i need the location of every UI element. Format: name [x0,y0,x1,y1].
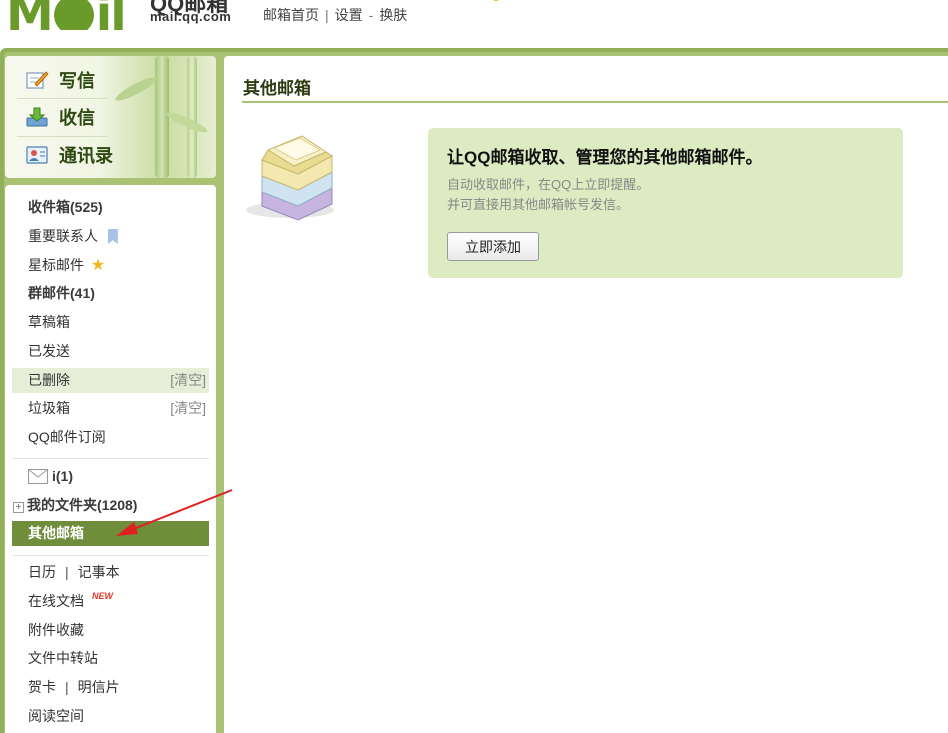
folder-label: 其他邮箱 [28,525,84,541]
receive-label: 收信 [59,108,95,128]
bamboo-leaf-decoration [113,73,159,105]
bamboo-decoration [155,56,169,178]
folder-label: 群邮件(41) [28,285,95,301]
folder-calendar-notepad: 日历 | 记事本 [12,560,209,585]
folder-qq-subscriptions[interactable]: QQ邮件订阅 [12,425,209,450]
folder-label: 在线文档 [28,593,84,609]
envelope-icon [28,467,48,492]
top-links: 邮箱首页 | 设置 - 换肤 [263,5,407,25]
folder-label: 已删除 [28,372,70,388]
page-title: 其他邮箱 [243,79,311,98]
folder-label: 星标邮件 [28,257,84,273]
folder-inbox[interactable]: 收件箱(525) [12,195,209,220]
compose-divider [17,98,107,99]
contacts-button[interactable]: 通讯录 [25,142,113,168]
notepad-link[interactable]: 记事本 [78,564,120,580]
qq-mail-logo[interactable]: Mil QQ邮箱 mail.qq.com [0,0,245,30]
folder-online-docs[interactable]: 在线文档 NEW [12,589,209,614]
contact-card-icon [25,144,49,166]
folder-label: 重要联系人 [28,228,98,244]
folder-drafts[interactable]: 草稿箱 [12,310,209,335]
settings-link[interactable]: 设置 [335,7,363,23]
folder-label: 附件收藏 [28,622,84,638]
folder-label: QQ邮件订阅 [28,429,106,445]
compose-label: 写信 [59,71,95,91]
promo-headline: 让QQ邮箱收取、管理您的其他邮箱邮件。 [447,148,763,167]
folder-file-transfer[interactable]: 文件中转站 [12,646,209,671]
compose-panel: 写信 收信 通讯录 [5,56,216,178]
folder-sidebar: 收件箱(525) 重要联系人 星标邮件 ★ 群邮件(41) 草稿箱 已发送 已删… [5,185,216,733]
clear-spam-link[interactable]: [清空] [170,396,206,421]
folder-reading-space[interactable]: 阅读空间 [12,704,209,729]
receive-button[interactable]: 收信 [25,104,95,130]
folder-label: 阅读空间 [28,708,84,724]
link-separator: - [368,7,374,23]
folder-cards: 贺卡 | 明信片 [12,675,209,700]
folder-label: i(1) [52,468,73,484]
folder-label: 垃圾箱 [28,400,70,416]
pencil-paper-icon [25,69,49,91]
folder-deleted[interactable]: 已删除 [清空] [12,368,209,393]
calendar-link[interactable]: 日历 [28,564,56,580]
folder-starred[interactable]: 星标邮件 ★ [12,253,209,278]
link-separator: | [65,564,69,580]
logo-mark: Mil [6,0,127,30]
mailbox-home-link[interactable]: 邮箱首页 [263,7,319,23]
greeting-card-link[interactable]: 贺卡 [28,679,56,695]
folder-label: 已发送 [28,343,70,359]
folder-label: 收件箱(525) [28,199,103,215]
download-tray-icon [25,106,49,128]
folder-sent[interactable]: 已发送 [12,339,209,364]
folder-spam[interactable]: 垃圾箱 [清空] [12,396,209,421]
postcard-link[interactable]: 明信片 [78,679,120,695]
annotation-arrow-icon [116,489,233,536]
title-divider [242,101,948,103]
link-separator: | [325,7,329,23]
bookmark-icon [107,229,118,244]
clear-deleted-link[interactable]: [清空] [170,368,206,393]
folder-mail-i[interactable]: i(1) [12,464,209,489]
folder-important-contacts[interactable]: 重要联系人 [12,224,209,249]
folder-label: 文件中转站 [28,650,98,666]
folder-divider [13,458,209,459]
logo-brand-url: mail.qq.com [150,9,232,24]
promo-card: 让QQ邮箱收取、管理您的其他邮箱邮件。 自动收取邮件，在QQ上立即提醒。 并可直… [428,128,903,278]
add-now-button[interactable]: 立即添加 [447,232,539,261]
compose-button[interactable]: 写信 [25,67,95,93]
header: Mil QQ邮箱 mail.qq.com 邮箱首页 | 设置 - 换肤 [0,0,948,48]
link-separator: | [65,679,69,695]
new-badge: NEW [92,591,113,601]
compose-divider [17,136,107,137]
expand-plus-icon[interactable]: + [13,502,24,513]
mail-box-illustration [240,126,340,226]
notification-dot-icon [492,0,500,1]
folder-group-mail[interactable]: 群邮件(41) [12,281,209,306]
folder-attachments[interactable]: 附件收藏 [12,618,209,643]
promo-line-2: 并可直接用其他邮箱帐号发信。 [447,197,630,212]
bamboo-decoration [187,56,197,178]
change-skin-link[interactable]: 换肤 [379,7,407,23]
folder-divider [13,555,209,556]
folder-label: 草稿箱 [28,314,70,330]
main-panel: 其他邮箱 让QQ邮箱收取、管理您的其他邮箱邮件。 自动收取邮件，在QQ上立即提醒… [224,56,948,733]
promo-line-1: 自动收取邮件，在QQ上立即提醒。 [447,177,650,192]
contacts-label: 通讯录 [59,146,113,166]
star-icon: ★ [90,257,106,274]
